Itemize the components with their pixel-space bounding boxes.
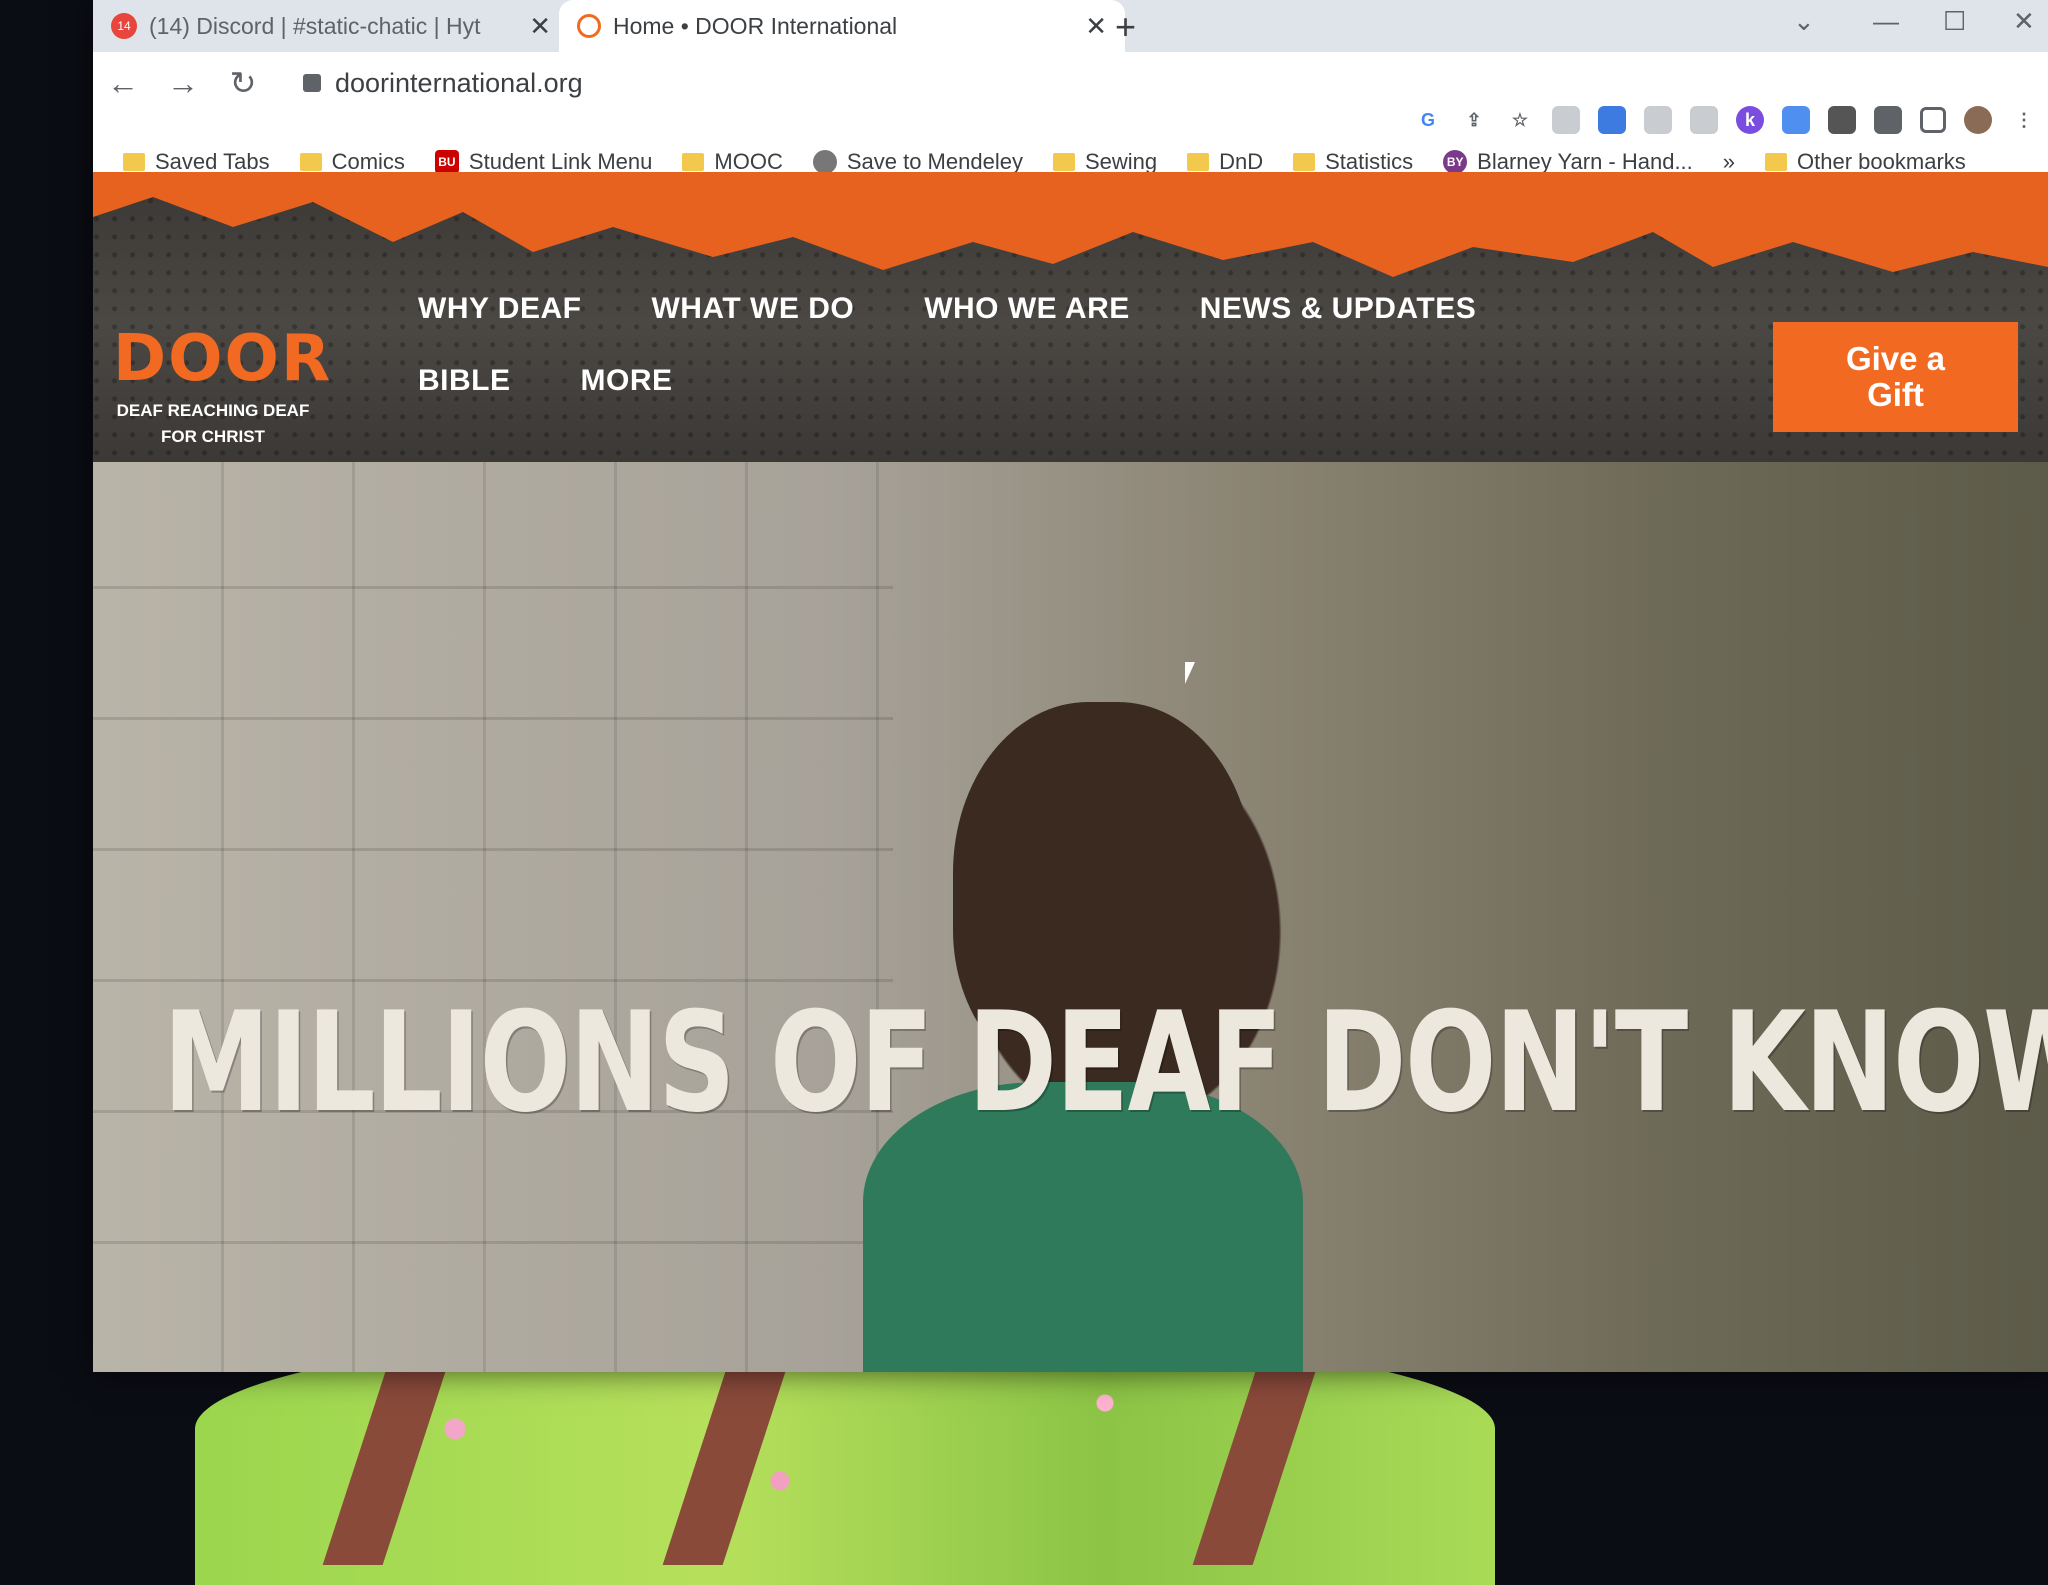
discord-icon: 14 [111, 13, 137, 39]
tab-strip: 14 (14) Discord | #static-chatic | Hyt ✕… [93, 0, 2048, 52]
chevron-down-icon[interactable]: ⌄ [1793, 6, 1815, 37]
main-nav: WHY DEAF WHAT WE DO WHO WE ARE NEWS & UP… [418, 292, 1518, 398]
share-icon[interactable]: ⇪ [1460, 106, 1488, 134]
hero-title: MILLIONS OF DEAF DON'T KNOW GOD... [163, 982, 2048, 1143]
avatar[interactable] [1964, 106, 1992, 134]
extension-camera-icon[interactable] [1828, 106, 1856, 134]
hero-background-wall [93, 462, 893, 1372]
url-input[interactable]: doorinternational.org [283, 60, 2048, 106]
close-icon[interactable]: ✕ [1085, 11, 1107, 42]
address-bar: ← → ↻ doorinternational.org [93, 52, 2048, 114]
folder-icon [123, 153, 145, 171]
logo-tagline-1: DEAF REACHING DEAF [116, 401, 310, 420]
logo-tagline-2: FOR CHRIST [161, 427, 265, 446]
extension-grid-icon[interactable] [1644, 106, 1672, 134]
extension-diamond-icon[interactable] [1598, 106, 1626, 134]
url-text: doorinternational.org [335, 67, 583, 98]
bu-icon: BU [434, 150, 459, 174]
tab-title: (14) Discord | #static-chatic | Hyt [149, 12, 481, 39]
close-window-icon[interactable]: ✕ [2013, 6, 2035, 37]
reload-icon[interactable]: ↻ [213, 64, 273, 102]
new-tab-button[interactable]: + [1115, 6, 1136, 48]
forward-icon[interactable]: → [153, 65, 213, 102]
shield-icon[interactable] [1552, 106, 1580, 134]
folder-icon [1293, 153, 1316, 171]
extensions-toolbar: G ⇪ ☆ k ⋮ [1414, 106, 2048, 134]
close-icon[interactable]: ✕ [529, 11, 551, 42]
nav-who-we-are[interactable]: WHO WE ARE [924, 292, 1130, 326]
folder-icon [1765, 153, 1788, 171]
give-label-line2: Gift [1867, 376, 1924, 413]
minimize-icon[interactable]: — [1873, 6, 1899, 37]
lock-icon [303, 74, 321, 92]
folder-icon [1052, 153, 1075, 171]
maximize-icon[interactable]: ☐ [1943, 6, 1966, 37]
puzzle-icon[interactable] [1874, 106, 1902, 134]
docs-icon[interactable] [1782, 106, 1810, 134]
by-icon: BY [1443, 150, 1468, 174]
mendeley-icon [812, 150, 837, 174]
nav-why-deaf[interactable]: WHY DEAF [418, 292, 581, 326]
extension-save-icon[interactable] [1690, 106, 1718, 134]
tab-title: Home • DOOR International [613, 12, 898, 39]
menu-icon[interactable]: ⋮ [2010, 106, 2038, 134]
browser-window: 14 (14) Discord | #static-chatic | Hyt ✕… [93, 0, 2048, 1372]
hero-section: MILLIONS OF DEAF DON'T KNOW GOD... ↓ [93, 462, 2048, 1372]
nav-bible[interactable]: BIBLE [418, 364, 511, 398]
sidepanel-icon[interactable] [1920, 107, 1946, 133]
star-icon[interactable]: ☆ [1506, 106, 1534, 134]
folder-icon [299, 153, 322, 171]
tab-discord[interactable]: 14 (14) Discord | #static-chatic | Hyt ✕ [93, 0, 569, 52]
give-label-line1: Give a [1845, 340, 1946, 377]
nav-what-we-do[interactable]: WHAT WE DO [651, 292, 854, 326]
back-icon[interactable]: ← [93, 65, 153, 102]
mouse-cursor-icon [1185, 662, 1205, 684]
extension-k-icon[interactable]: k [1736, 106, 1764, 134]
torn-orange-edge [93, 172, 2048, 277]
logo-wordmark: DOOR [113, 322, 333, 396]
nav-more[interactable]: MORE [581, 364, 673, 398]
door-logo[interactable]: DOOR DEAF REACHING DEAF FOR CHRIST [113, 322, 333, 448]
folder-icon [1187, 153, 1210, 171]
folder-icon [682, 153, 705, 171]
door-favicon-icon [577, 14, 601, 38]
page-content: DOOR DEAF REACHING DEAF FOR CHRIST WHY D… [93, 172, 2048, 1372]
give-a-gift-button[interactable]: Give a Gift [1773, 322, 2018, 432]
site-header: DOOR DEAF REACHING DEAF FOR CHRIST WHY D… [93, 172, 2048, 472]
google-icon[interactable]: G [1414, 106, 1442, 134]
tab-door-international[interactable]: Home • DOOR International ✕ [559, 0, 1125, 52]
nav-news-updates[interactable]: NEWS & UPDATES [1200, 292, 1476, 326]
